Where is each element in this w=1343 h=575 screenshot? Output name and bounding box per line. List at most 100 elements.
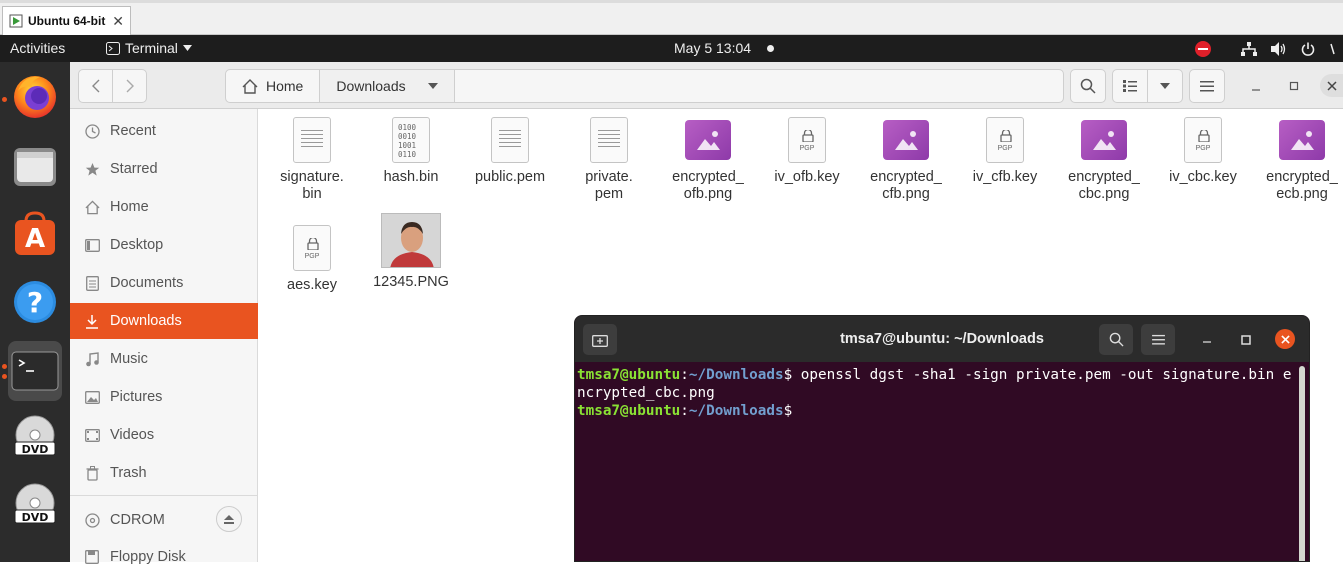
sidebar-item-label: Documents: [110, 275, 184, 291]
terminal-minimize-button[interactable]: [1198, 331, 1216, 349]
sidebar-item-label: Videos: [110, 427, 155, 443]
file-item[interactable]: 0100 0010 1001 0110 hash.bin: [361, 117, 461, 186]
file-item[interactable]: private. pem: [559, 117, 659, 203]
power-icon: [1301, 42, 1315, 56]
terminal-output[interactable]: tmsa7@ubuntu:~/Downloads$ openssl dgst -…: [577, 366, 1297, 420]
view-options-button[interactable]: [1147, 69, 1183, 103]
file-item[interactable]: PGP aes.key: [262, 225, 362, 294]
path-home[interactable]: Home: [226, 70, 321, 102]
running-indicator: [2, 364, 7, 369]
close-icon: [1326, 80, 1337, 91]
floppy-icon: [84, 549, 100, 565]
files-icon: [14, 148, 56, 186]
system-tray[interactable]: [1195, 35, 1343, 62]
view-toggle-button[interactable]: [1112, 69, 1148, 103]
file-item[interactable]: 12345.PNG: [361, 213, 461, 291]
binary-file-icon: 0100 0010 1001 0110: [392, 117, 430, 163]
dock-terminal[interactable]: [8, 341, 62, 401]
sidebar-item-music[interactable]: Music: [70, 341, 258, 377]
search-icon: [1080, 78, 1096, 94]
path-current[interactable]: Downloads: [320, 70, 455, 102]
terminal-line: tmsa7@ubuntu:~/Downloads$: [577, 403, 793, 419]
file-item[interactable]: public.pem: [460, 117, 560, 186]
sidebar-item-starred[interactable]: Starred: [70, 151, 258, 187]
close-button[interactable]: [1320, 74, 1343, 97]
file-item[interactable]: signature. bin: [262, 117, 362, 203]
vm-tab-close-icon[interactable]: ✕: [112, 13, 124, 30]
chevron-down-icon: [427, 83, 438, 89]
hamburger-icon: [1200, 81, 1214, 92]
dock: A ? DVD DVD: [0, 62, 70, 562]
file-item[interactable]: PGP iv_cfb.key: [955, 117, 1055, 186]
files-headerbar: Home Downloads: [70, 62, 1343, 109]
dvd-icon: DVD: [14, 415, 56, 456]
terminal-close-button[interactable]: [1275, 329, 1295, 349]
file-item[interactable]: encrypted_ cbc.png: [1054, 117, 1154, 203]
file-name: encrypted_ ofb.png: [672, 169, 744, 202]
sidebar-item-downloads[interactable]: Downloads: [70, 303, 258, 339]
eject-button[interactable]: [216, 506, 242, 532]
sidebar-separator: [70, 495, 258, 496]
list-view-icon: [1123, 80, 1137, 92]
do-not-disturb-icon[interactable]: [1195, 40, 1211, 57]
chevron-down-icon: [1330, 43, 1335, 54]
desktop-icon: [84, 237, 100, 253]
dock-firefox[interactable]: [8, 69, 62, 123]
image-file-icon: [1081, 120, 1127, 160]
videos-icon: [84, 427, 100, 443]
pgp-key-icon: PGP: [1184, 117, 1222, 163]
sidebar-item-recent[interactable]: Recent: [70, 113, 258, 149]
app-menu[interactable]: Terminal: [106, 40, 192, 56]
svg-text:DVD: DVD: [22, 511, 49, 524]
sidebar-item-floppy[interactable]: Floppy Disk: [70, 539, 258, 575]
terminal-search-button[interactable]: [1099, 324, 1133, 355]
search-button[interactable]: [1070, 69, 1106, 103]
file-name: encrypted_ cbc.png: [1068, 169, 1140, 202]
image-file-icon: [1279, 120, 1325, 160]
notification-dot-icon: [767, 45, 774, 52]
text-file-icon: [293, 117, 331, 163]
dock-help[interactable]: ?: [8, 275, 62, 329]
sidebar-item-label: Home: [110, 199, 149, 215]
prompt-user: tmsa7@ubuntu: [577, 403, 681, 419]
maximize-button[interactable]: [1288, 79, 1302, 93]
dock-dvd-2[interactable]: DVD: [8, 478, 62, 532]
minimize-button[interactable]: [1250, 80, 1264, 94]
app-menu-label: Terminal: [125, 40, 178, 56]
file-name: aes.key: [287, 277, 337, 293]
file-item[interactable]: encrypted_ cfb.png: [856, 117, 956, 203]
file-item[interactable]: encrypted_ ecb.png: [1252, 117, 1343, 203]
back-button[interactable]: [78, 69, 113, 103]
chevron-down-icon: [1160, 83, 1170, 89]
pictures-icon: [84, 389, 100, 405]
terminal-menu-button[interactable]: [1141, 324, 1175, 355]
sidebar-item-label: Downloads: [110, 313, 182, 329]
file-item[interactable]: PGP iv_ofb.key: [757, 117, 857, 186]
dock-software[interactable]: A: [8, 207, 62, 261]
activities-button[interactable]: Activities: [10, 40, 65, 56]
sidebar-item-pictures[interactable]: Pictures: [70, 379, 258, 415]
forward-button[interactable]: [112, 69, 147, 103]
prompt-path: ~/Downloads: [688, 403, 784, 419]
chevron-down-icon: [182, 45, 192, 51]
maximize-icon: [1289, 81, 1299, 91]
sidebar-item-trash[interactable]: Trash: [70, 455, 258, 491]
prompt-path: ~/Downloads: [688, 367, 784, 383]
clock[interactable]: May 5 13:04: [674, 40, 751, 56]
sidebar-item-documents[interactable]: Documents: [70, 265, 258, 301]
file-item[interactable]: encrypted_ ofb.png: [658, 117, 758, 203]
svg-text:?: ?: [27, 286, 43, 319]
dock-dvd-1[interactable]: DVD: [8, 410, 62, 464]
dock-files[interactable]: [8, 138, 62, 192]
pgp-key-icon: PGP: [293, 225, 331, 271]
trash-icon: [84, 465, 100, 481]
sidebar-item-videos[interactable]: Videos: [70, 417, 258, 453]
file-item[interactable]: PGP iv_cbc.key: [1153, 117, 1253, 186]
vm-tab[interactable]: Ubuntu 64-bit ✕: [2, 6, 131, 35]
main-menu-button[interactable]: [1189, 69, 1225, 103]
vm-icon: [9, 14, 23, 28]
sidebar-item-desktop[interactable]: Desktop: [70, 227, 258, 263]
terminal-maximize-button[interactable]: [1237, 331, 1255, 349]
terminal-scrollbar[interactable]: [1299, 366, 1305, 561]
sidebar-item-home[interactable]: Home: [70, 189, 258, 225]
